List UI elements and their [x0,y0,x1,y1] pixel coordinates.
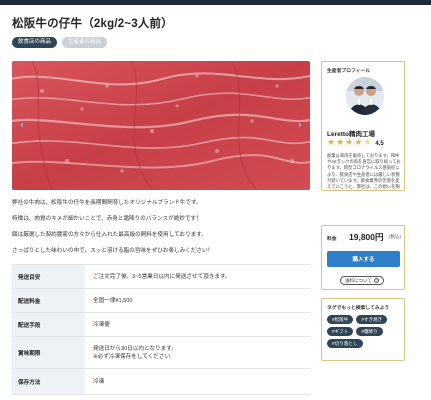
tag-chip[interactable]: #霜降り [356,327,383,336]
tag-chip[interactable]: #ギフト [327,327,354,336]
producer-avatar[interactable] [346,77,384,115]
price-value: 19,800円 [349,232,384,242]
marbled-beef-image [12,61,310,190]
spec-row-shipping-fee: 配送料金 全国一律¥1,500 [12,289,310,313]
profile-section-label: 生産者プロフィール [327,69,371,74]
producer-profile-card[interactable]: 生産者プロフィール Leretto精肉工場 ★ ★ ★ ★ ★ 4.5 創業以来… [321,61,405,191]
star-icon: ★ [354,138,363,148]
purchase-card: 料金 19,800円 (税込) 購入する 送料について ? [321,225,405,290]
carousel-next-button[interactable]: › [294,119,306,133]
chevron-right-icon: › [298,120,302,131]
spec-value: ご注文完了後、3~5営業日以内に発送させて頂きます。 [85,265,310,288]
chevron-left-icon: ‹ [20,120,24,131]
spec-row-storage: 保存方法 冷凍 [12,369,310,395]
tag-chip-list: #松阪牛 #すき焼き #ギフト #霜降り #切り落とし [327,315,403,348]
spec-value: 全国一律¥1,500 [85,289,310,312]
tag-chip[interactable]: #切り落とし [327,339,363,348]
tag-search-card: タグでもっと検索してみよう #松阪牛 #すき焼き #ギフト #霜降り #切り落と… [321,298,405,361]
producer-rating: ★ ★ ★ ★ ★ 4.5 [327,139,384,148]
buy-button[interactable]: 購入する [327,251,400,267]
producer-shop-name[interactable]: Leretto精肉工場 [327,128,375,138]
shipping-spec-table: 発送目安 ご注文完了後、3~5営業日以内に発送させて頂きます。 配送料金 全国一… [12,264,310,395]
shipping-info-button[interactable]: 送料について ? [340,276,384,285]
star-icon: ★ [327,138,336,148]
tag-chip[interactable]: #すき焼き [356,315,388,324]
tag-chip[interactable]: #松阪牛 [327,315,354,324]
carousel-prev-button[interactable]: ‹ [16,119,28,133]
spec-key: 配送料金 [12,289,85,312]
spec-value-note: ※必ず冷凍保存をしてください [93,353,171,360]
spec-value-text: 発送日から30日以内となります。 [93,345,177,352]
shipping-info-label: 送料について [345,277,372,283]
spec-key: 保存方法 [12,369,85,394]
star-icon: ★ [336,138,345,148]
top-navigation-bar [0,0,431,5]
spec-value-text: 全国一律¥1,500 [93,297,133,304]
avatar-photo [346,77,384,115]
description-paragraph: 弊社の牛肉は、松阪牛の仔牛を長期間飼育したオリジナルブランド牛です。 [12,200,202,206]
spec-row-best-before: 賞味期限 発送日から30日以内となります。 ※必ず冷凍保存をしてください [12,337,310,369]
spec-value-text: 冷凍 [93,378,105,385]
price-label: 料金 [327,237,337,242]
spec-row-shipping-estimate: 発送目安 ご注文完了後、3~5営業日以内に発送させて頂きます。 [12,265,310,289]
spec-value-text: 冷凍便 [93,321,110,328]
spec-key: 発送目安 [12,265,85,288]
product-description: 弊社の牛肉は、松阪牛の仔牛を長期間飼育したオリジナルブランド牛です。 特徴は、肉… [12,199,310,263]
category-tag-producer[interactable]: 生産者の商品 [62,37,108,48]
description-paragraph: さっぱりとした味わいの中で、スッと溶ける脂の旨味をぜひお楽しみください！ [12,248,214,254]
spec-value: 冷凍便 [85,313,310,336]
star-icon: ★ [345,138,354,148]
spec-value-text: ご注文完了後、3~5営業日以内に発送させて頂きます。 [93,273,231,280]
price-tax-note: (税込) [389,234,401,239]
spec-key: 配送手段 [12,313,85,336]
half-star-icon: ★ [363,138,372,148]
category-tag-restaurant[interactable]: 飲食店の商品 [12,37,58,48]
spec-row-shipping-method: 配送手段 冷凍便 [12,313,310,337]
description-paragraph: 餌は厳選した契約農家の方々から仕入れた最高級の飼料を使用しております。 [12,232,207,238]
spec-key: 賞味期限 [12,337,85,368]
rating-value: 4.5 [375,140,384,147]
product-image-carousel[interactable]: ‹ › [12,61,310,190]
product-category-tags: 飲食店の商品 生産者の商品 [12,37,108,48]
description-paragraph: 特徴は、肉質のキメが細かいことで、赤身と霜降りのバランスが絶妙です！ [12,216,202,222]
producer-description: 創業以来肉を販売しております。和牛やA5ランクの肉を直営に取り扱っております。新… [327,153,401,189]
tag-search-label: タグでもっと検索してみよう [327,306,390,311]
spec-value: 発送日から30日以内となります。 ※必ず冷凍保存をしてください [85,337,310,368]
spec-value: 冷凍 [85,369,310,394]
product-title: 松阪牛の仔牛（2kg/2~3人前） [12,18,173,30]
question-icon: ? [373,278,379,283]
